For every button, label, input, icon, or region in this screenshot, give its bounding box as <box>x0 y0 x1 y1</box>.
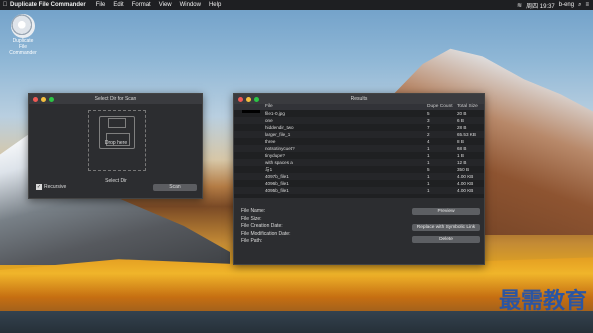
menu-file[interactable]: File <box>96 2 106 8</box>
table-row[interactable]: 与1 5 350 B <box>234 166 484 173</box>
dupe-count: 4 <box>427 139 430 144</box>
total-size: 28 B <box>457 125 467 130</box>
file-name: three <box>265 139 276 144</box>
total-size: 350 B <box>457 167 470 172</box>
wifi-icon[interactable]: ≋ <box>517 2 522 9</box>
dupe-count: 1 <box>427 181 430 186</box>
recursive-label: Recursive <box>44 184 67 190</box>
detail-modification-date: File Modification Date: <box>241 230 291 237</box>
time-label: 周四 19:37 <box>526 3 555 10</box>
menu-format[interactable]: Format <box>132 2 151 8</box>
file-name: file1-0.jpg <box>265 111 285 116</box>
table-row[interactable]: 4095b_file1 1 4.00 KB <box>234 187 484 194</box>
table-row[interactable]: 4096b_file1 1 4.00 KB <box>234 180 484 187</box>
column-dupe-count[interactable]: Dupe Count <box>427 104 453 109</box>
file-name: tinydupe? <box>265 153 285 158</box>
user-label[interactable]: b-eng <box>559 2 574 8</box>
detail-creation-date: File Creation Date: <box>241 223 283 230</box>
desktop-icon-label: Duplicate File Commander <box>9 38 37 56</box>
table-row[interactable]: one 3 6 B <box>234 117 484 124</box>
menu-view[interactable]: View <box>159 2 172 8</box>
checkbox-icon[interactable]: ✓ <box>36 184 42 190</box>
dupe-count: 1 <box>427 160 430 165</box>
file-name: larger_file_1 <box>265 132 291 137</box>
total-size: 4.00 KB <box>457 174 474 179</box>
column-file[interactable]: File <box>265 104 273 109</box>
results-window: Results File Dupe Count Total Size file1… <box>233 93 485 265</box>
menu-icon[interactable]: ≡ <box>585 2 589 8</box>
table-row[interactable]: hiddendir_two 7 28 B <box>234 124 484 131</box>
dupe-count: 1 <box>427 174 430 179</box>
detail-file-path: File Path: <box>241 238 263 245</box>
selection-bar <box>242 110 260 113</box>
file-name: 4095b_file1 <box>265 188 289 193</box>
dupe-count: 5 <box>427 111 430 116</box>
select-dir-button[interactable]: Select Dir <box>88 178 144 184</box>
file-name: 4096b_file1 <box>265 181 289 186</box>
select-dir-window: Select Dir for Scan Drop here Select Dir… <box>28 93 203 199</box>
total-size: 65.53 KB <box>457 132 476 137</box>
file-name: with spaces a <box>265 160 293 165</box>
total-size: 6 B <box>457 118 464 123</box>
delete-button[interactable]: Delete <box>412 236 480 243</box>
replace-with-symbolic-link-button[interactable]: Replace with Symbolic Link <box>412 224 480 231</box>
preview-button[interactable]: Preview <box>412 208 480 215</box>
status-menu: ≋ 周四 19:37 b-eng ⌕ ≡ <box>517 1 593 10</box>
recursive-checkbox-row[interactable]: ✓ Recursive <box>36 184 66 190</box>
table-row[interactable]: notsotinycuet? 1 68 B <box>234 145 484 152</box>
select-dir-title: Select Dir for Scan <box>94 96 137 102</box>
results-titlebar[interactable]: Results <box>234 94 484 104</box>
select-dir-titlebar[interactable]: Select Dir for Scan <box>29 94 202 104</box>
menu-edit[interactable]: Edit <box>113 2 123 8</box>
detail-file-name: File Name: <box>241 208 266 214</box>
table-row[interactable]: larger_file_1 2 65.53 KB <box>234 131 484 138</box>
file-name: 4097b_file1 <box>265 174 289 179</box>
menu-app-name[interactable]: Duplicate File Commander <box>10 2 86 8</box>
total-size: 4.00 KB <box>457 181 474 186</box>
drop-label: Drop here <box>104 140 128 146</box>
table-row[interactable]: file1-0.jpg 5 20 B <box>234 110 484 117</box>
detail-file-size: File Size: <box>241 215 262 222</box>
total-size: 68 B <box>457 146 467 151</box>
search-icon[interactable]: ⌕ <box>578 2 581 9</box>
table-row[interactable]: three 4 8 B <box>234 138 484 145</box>
file-name: hiddendir_two <box>265 125 294 130</box>
table-row[interactable]: with spaces a 1 12 B <box>234 159 484 166</box>
dupe-count: 7 <box>427 125 430 130</box>
results-table[interactable]: file1-0.jpg 5 20 B one 3 6 B hiddendir_two 7 2… <box>234 110 484 198</box>
menu-bar:  Duplicate File Commander File Edit For… <box>0 0 593 10</box>
total-size: 1 B <box>457 153 464 158</box>
dupe-count: 1 <box>427 153 430 158</box>
scan-button[interactable]: Scan <box>153 184 197 191</box>
menu-window[interactable]: Window <box>180 2 201 8</box>
results-title: Results <box>350 96 368 102</box>
menu-help[interactable]: Help <box>209 2 221 8</box>
dupe-count: 2 <box>427 132 430 137</box>
total-size: 8 B <box>457 139 464 144</box>
file-name: 与1 <box>265 167 273 172</box>
watermark-logo: 最需教育 <box>498 288 587 313</box>
dupe-count: 1 <box>427 188 430 193</box>
table-row[interactable]: 4097b_file1 1 4.00 KB <box>234 173 484 180</box>
file-details: File Name: File Size: File Creation Date… <box>241 208 290 246</box>
total-size: 12 B <box>457 160 467 165</box>
dupe-count: 1 <box>427 146 430 151</box>
table-row[interactable]: tinydupe? 1 1 B <box>234 152 484 159</box>
dupe-count: 5 <box>427 167 430 172</box>
disk-icon <box>11 14 35 38</box>
total-size: 20 B <box>457 111 467 116</box>
total-size: 4.00 KB <box>457 188 474 193</box>
file-name: notsotinycuet? <box>265 146 295 151</box>
desktop-app-icon[interactable]: Duplicate File Commander <box>8 14 38 56</box>
file-name: one <box>265 118 273 123</box>
apple-icon[interactable]:  <box>0 2 10 8</box>
column-total-size[interactable]: Total Size <box>457 104 478 109</box>
dupe-count: 3 <box>427 118 430 123</box>
